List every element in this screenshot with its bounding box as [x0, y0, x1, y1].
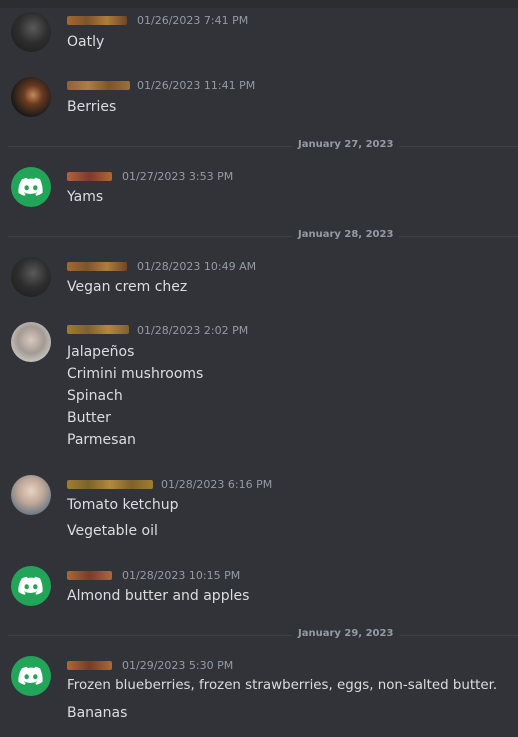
date-divider-label: January 28, 2023	[292, 229, 400, 240]
user-avatar[interactable]	[11, 475, 51, 515]
username-redacted[interactable]	[67, 172, 112, 181]
message-text: Vegan crem chez	[67, 279, 188, 295]
message-text: Tomato ketchup	[67, 497, 179, 513]
timestamp: 01/26/2023 7:41 PM	[137, 14, 249, 27]
message-text: Frozen blueberries, frozen strawberries,…	[67, 678, 498, 693]
timestamp: 01/28/2023 10:49 AM	[137, 260, 257, 273]
message-text: Yams	[67, 189, 104, 205]
username-redacted[interactable]	[67, 325, 129, 334]
message-text: Bananas	[67, 705, 128, 721]
date-divider	[8, 635, 518, 636]
username-redacted[interactable]	[67, 480, 153, 489]
user-avatar[interactable]	[11, 257, 51, 297]
discord-avatar[interactable]	[11, 656, 51, 696]
message-text: Almond butter and apples	[67, 588, 250, 604]
username-redacted[interactable]	[67, 571, 112, 580]
message-text: Vegetable oil	[67, 523, 158, 539]
message-text: Oatly	[67, 34, 105, 50]
discord-icon	[18, 576, 43, 595]
timestamp: 01/28/2023 10:15 PM	[122, 569, 241, 582]
discord-icon	[18, 177, 43, 196]
user-avatar[interactable]	[11, 322, 51, 362]
discord-avatar[interactable]	[11, 566, 51, 606]
discord-icon	[18, 666, 43, 685]
username-redacted[interactable]	[67, 81, 130, 90]
timestamp: 01/26/2023 11:41 PM	[137, 79, 256, 92]
date-divider-label: January 27, 2023	[292, 139, 400, 150]
date-divider	[8, 146, 518, 147]
message-text: Spinach	[67, 388, 123, 404]
username-redacted[interactable]	[67, 262, 127, 271]
date-divider-label: January 29, 2023	[292, 628, 400, 639]
message-text: Butter	[67, 410, 111, 426]
timestamp: 01/29/2023 5:30 PM	[122, 659, 234, 672]
discord-avatar[interactable]	[11, 167, 51, 207]
message-text: Berries	[67, 99, 117, 115]
message-text: Parmesan	[67, 432, 136, 448]
user-avatar[interactable]	[11, 12, 51, 52]
message-text: Jalapeños	[67, 344, 135, 360]
timestamp: 01/27/2023 3:53 PM	[122, 170, 234, 183]
date-divider	[8, 236, 518, 237]
username-redacted[interactable]	[67, 661, 112, 670]
timestamp: 01/28/2023 2:02 PM	[137, 324, 249, 337]
top-strip	[0, 0, 518, 8]
timestamp: 01/28/2023 6:16 PM	[161, 478, 273, 491]
username-redacted[interactable]	[67, 16, 127, 25]
user-avatar[interactable]	[11, 77, 51, 117]
message-text: Crimini mushrooms	[67, 366, 204, 382]
